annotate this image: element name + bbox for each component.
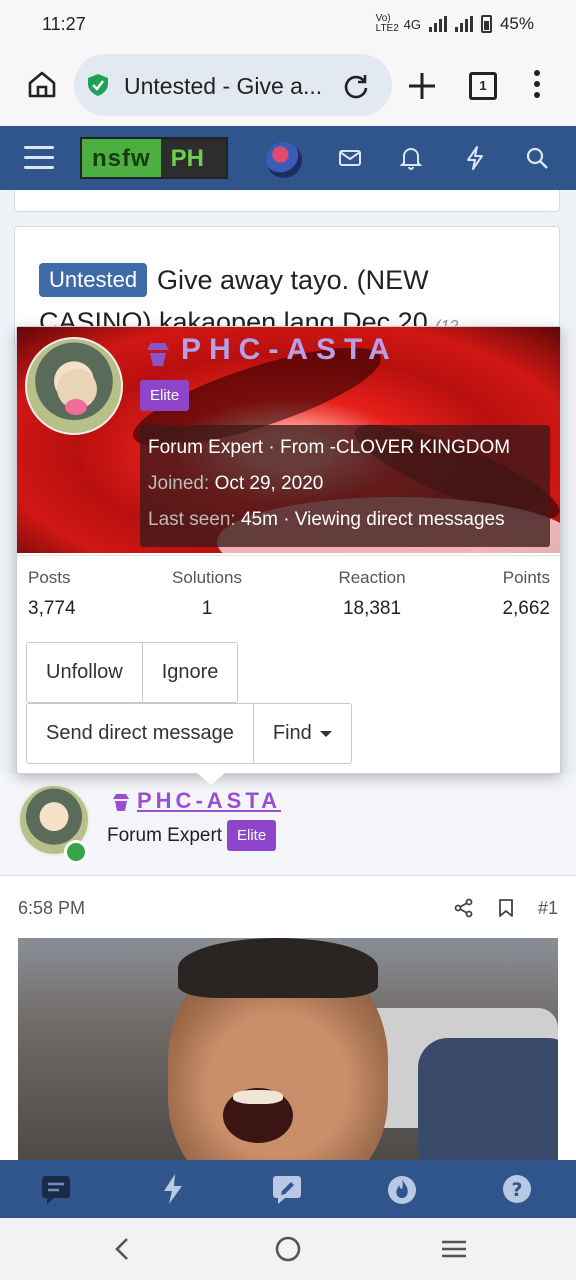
signal-icon [428, 16, 447, 32]
status-time: 11:27 [42, 14, 86, 34]
address-bar[interactable]: Untested - Give a... [74, 54, 392, 116]
profile-stats: Posts 3,774 Solutions 1 Reaction 18,381 … [17, 555, 560, 635]
post-time[interactable]: 6:58 PM [18, 898, 85, 919]
tooltip-pointer [197, 773, 225, 785]
joined-label: Joined: [148, 473, 210, 494]
status-bar: 11:27 Vo) LTE2 4G 45% [0, 0, 576, 50]
send-direct-message-button[interactable]: Send direct message [26, 703, 254, 764]
stat-posts[interactable]: Posts 3,774 [28, 568, 76, 620]
thread-prefix-badge[interactable]: Untested [39, 263, 148, 297]
stat-label: Reaction [338, 568, 406, 587]
tab-switcher-button[interactable]: 1 [469, 72, 497, 100]
svg-text:?: ? [511, 1179, 522, 1201]
message-actions: Send direct message Find [26, 703, 352, 764]
profile-username[interactable]: PHC-ASTA [145, 333, 398, 367]
fire-icon[interactable] [385, 1172, 419, 1206]
post-elite-badge: Elite [227, 820, 277, 851]
search-icon[interactable] [523, 144, 551, 172]
bottom-tab-bar: ? [0, 1160, 576, 1218]
battery-icon [480, 15, 492, 33]
stat-value: 3,774 [28, 598, 76, 619]
logo-left: nsfw [82, 139, 161, 177]
find-dropdown-button[interactable]: Find [253, 703, 352, 764]
stat-label: Posts [28, 568, 71, 587]
page-title: Untested - Give a... [124, 73, 323, 99]
back-icon[interactable] [108, 1234, 138, 1264]
elite-badge: Elite [140, 380, 190, 411]
stat-label: Points [502, 568, 550, 587]
profile-username-text: PHC-ASTA [181, 333, 398, 366]
profile-avatar[interactable] [25, 337, 123, 435]
recents-icon[interactable] [439, 1234, 469, 1264]
home-icon[interactable] [26, 68, 58, 100]
online-status-icon [64, 840, 88, 864]
photo-cloth [418, 1038, 558, 1160]
photo-hair [178, 938, 378, 998]
stat-value: 1 [201, 598, 213, 619]
stat-label: Solutions [172, 568, 242, 587]
breadcrumb-card [14, 190, 560, 212]
logo-right: PH [160, 139, 226, 177]
profile-title-row: Forum Expert · From -CLOVER KINGDOM [148, 437, 510, 459]
menu-icon[interactable] [24, 146, 54, 170]
bell-icon[interactable] [397, 144, 425, 172]
post-username[interactable]: PHC-ASTA [137, 788, 281, 814]
stat-value: 2,662 [502, 598, 550, 619]
from-label: From [279, 437, 325, 458]
edit-icon[interactable] [270, 1172, 304, 1206]
title-separator: · [268, 437, 275, 458]
member-tooltip: PHC-ASTA Elite Forum Expert · From -CLOV… [16, 326, 561, 785]
share-icon[interactable] [454, 898, 474, 918]
last-seen-row: Last seen: 45m · Viewing direct messages [148, 509, 505, 531]
battery-level: 45% [499, 14, 534, 33]
network-label: Vo) LTE2 [375, 13, 399, 34]
post-number[interactable]: #1 [538, 898, 558, 919]
profile-info-box: Forum Expert · From -CLOVER KINGDOM Join… [140, 425, 550, 547]
user-avatar[interactable] [266, 142, 302, 178]
user-location[interactable]: -CLOVER KINGDOM [330, 437, 511, 458]
site-logo[interactable]: nsfw PH [80, 137, 228, 179]
network-type: 4G [403, 16, 421, 32]
stat-solutions[interactable]: Solutions 1 [167, 568, 247, 620]
thread-title: Give away tayo. (NEW [157, 265, 429, 295]
joined-row: Joined: Oct 29, 2020 [148, 473, 323, 495]
reload-icon[interactable] [342, 72, 370, 100]
find-label: Find [272, 722, 312, 744]
post-user-title: Forum Expert [107, 825, 223, 846]
bolt-icon[interactable] [156, 1172, 190, 1206]
post-user-header: PHC-ASTA Forum Expert Elite [0, 774, 576, 876]
system-nav-bar [0, 1218, 576, 1280]
joined-date: Oct 29, 2020 [214, 473, 324, 494]
unfollow-button[interactable]: Unfollow [26, 642, 143, 703]
signal-icon-2 [454, 16, 473, 32]
last-seen-label: Last seen: [148, 509, 236, 530]
chat-icon[interactable] [39, 1172, 73, 1206]
chevron-down-icon [319, 730, 332, 737]
spy-icon [113, 794, 129, 811]
stat-points[interactable]: Points 2,662 [502, 568, 550, 620]
status-icons: Vo) LTE2 4G 45% [376, 14, 534, 34]
new-tab-icon[interactable] [406, 70, 438, 102]
bolt-icon[interactable] [461, 144, 489, 172]
stat-reaction[interactable]: Reaction 18,381 [327, 568, 417, 620]
photo-teeth [233, 1090, 283, 1104]
post-image[interactable] [18, 938, 558, 1160]
ignore-button[interactable]: Ignore [142, 642, 239, 703]
more-menu-icon[interactable] [532, 70, 542, 102]
profile-banner: PHC-ASTA Elite Forum Expert · From -CLOV… [17, 327, 560, 553]
help-icon[interactable]: ? [500, 1172, 534, 1206]
last-seen-value: 45m · Viewing direct messages [240, 509, 505, 530]
inbox-icon[interactable] [336, 144, 364, 172]
stat-value: 18,381 [342, 598, 402, 619]
home-circle-icon[interactable] [273, 1234, 303, 1264]
bookmark-icon[interactable] [497, 898, 515, 918]
post-body: 6:58 PM #1 [0, 876, 576, 1160]
secure-shield-icon [88, 74, 108, 96]
user-title: Forum Expert [148, 437, 264, 458]
follow-actions: Unfollow Ignore [26, 642, 239, 703]
browser-toolbar: Untested - Give a... 1 [0, 50, 576, 126]
